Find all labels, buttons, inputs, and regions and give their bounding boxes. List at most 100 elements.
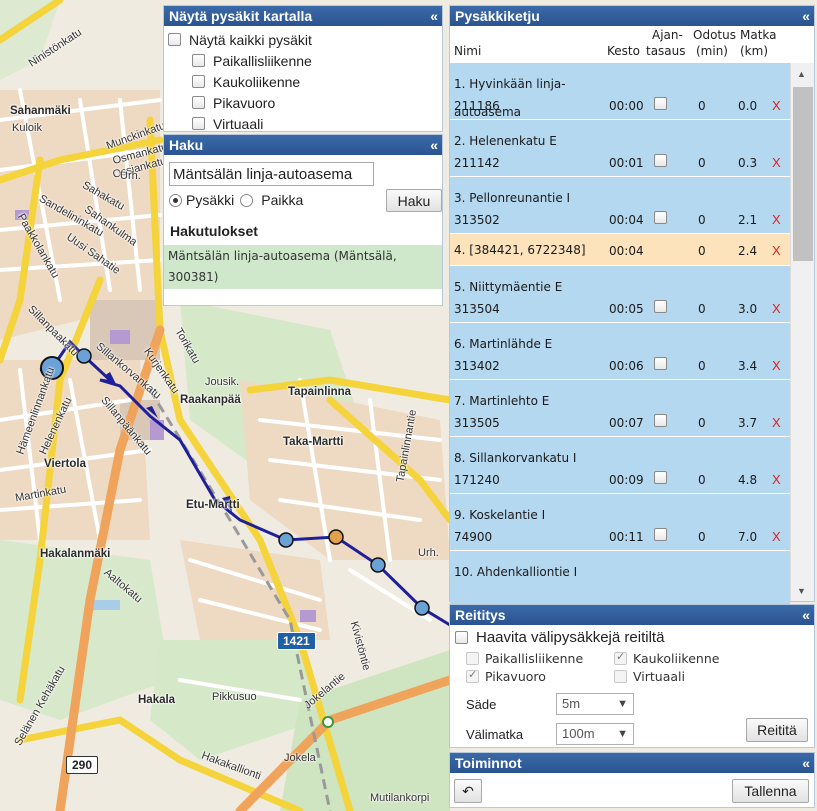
filter-local-checkbox[interactable]: Paikallisliikenne [168,50,442,71]
stop-row[interactable]: 1. Hyvinkään linja-autoasema 211186 00:0… [450,63,790,120]
timing-checkbox[interactable] [654,414,667,427]
search-input[interactable] [169,162,374,186]
map-label: Tapainlinna [288,386,352,398]
routing-express-checkbox[interactable]: Pikavuoro [466,668,546,684]
stop-chain-panel: Pysäkkiketju « Nimi Kesto Ajan- tasaus O… [449,5,815,605]
search-button[interactable]: Haku [386,189,442,212]
scroll-up-icon[interactable]: ▲ [797,69,806,79]
checkbox-icon[interactable] [192,117,205,130]
remove-stop-icon[interactable]: X [772,415,781,430]
checkbox-icon[interactable] [614,670,627,683]
timing-checkbox[interactable] [654,211,667,224]
routing-local-checkbox[interactable]: Paikallisliikenne [466,651,583,666]
remove-stop-icon[interactable]: X [772,155,781,170]
checkbox-label: Näytä kaikki pysäkit [189,31,312,48]
stop-duration: 00:05 [609,302,644,316]
checkbox-icon[interactable] [192,96,205,109]
stop-chain-list: 1. Hyvinkään linja-autoasema 211186 00:0… [450,63,790,605]
checkbox-icon[interactable] [168,33,181,46]
panel-title: Reititys [455,607,506,623]
stop-row[interactable]: 8. Sillankorvankatu I 171240 00:09 0 4.8… [450,437,790,494]
remove-stop-icon[interactable]: X [772,243,781,258]
stop-row[interactable]: 2. Helenenkatu E 211142 00:01 0 0.3 X [450,120,790,177]
stop-name: 5. Niittymäentie E [454,280,563,294]
collapse-icon[interactable]: « [430,135,438,155]
collapse-icon[interactable]: « [802,753,810,773]
stop-code: 171240 [454,473,500,487]
stop-name: 8. Sillankorvankatu I [454,451,577,465]
stop-duration: 00:04 [609,213,644,227]
checkbox-icon[interactable] [455,631,468,644]
stop-row[interactable]: 10. Ahdenkalliontie I [450,551,790,605]
column-headers: Nimi Kesto Ajan- tasaus Odotus (min) Mat… [450,26,790,63]
timing-checkbox[interactable] [654,97,667,110]
collapse-icon[interactable]: « [802,6,810,26]
stop-row[interactable]: 9. Koskelantie I 74900 00:11 0 7.0 X [450,494,790,551]
remove-stop-icon[interactable]: X [772,98,781,113]
stop-distance: 3.4 [738,359,758,373]
radio-place[interactable] [240,193,254,207]
results-title: Hakutulokset [170,223,258,239]
map-label: Jousik. [205,376,240,388]
timing-checkbox[interactable] [654,154,667,167]
timing-checkbox[interactable] [654,471,667,484]
filter-express-checkbox[interactable]: Pikavuoro [168,92,442,113]
undo-icon: ↶ [462,782,474,799]
collapse-icon[interactable]: « [430,6,438,26]
remove-stop-icon[interactable]: X [772,301,781,316]
scroll-down-icon[interactable]: ▼ [797,586,806,596]
checkbox-label: Pikavuoro [213,94,276,111]
stop-wait: 0 [698,473,706,487]
remove-stop-icon[interactable]: X [772,472,781,487]
gap-label: Välimatka [466,727,524,742]
stop-code: 313504 [454,302,500,316]
stop-name: 6. Martinlähde E [454,337,553,351]
stop-row[interactable]: 3. Pellonreunantie I 313502 00:04 0 2.1 … [450,177,790,234]
search-header: Haku « [164,135,442,155]
panel-title: Näytä pysäkit kartalla [169,8,313,24]
scroll-thumb[interactable] [793,87,813,261]
stop-row[interactable]: 7. Martinlehto E 313505 00:07 0 3.7 X [450,380,790,437]
road-shield: 1421 [277,632,316,650]
timing-checkbox[interactable] [654,528,667,541]
routing-long-distance-checkbox[interactable]: Kaukoliikenne [614,650,720,666]
avoid-intermediate-checkbox[interactable]: Haavita välipysäkkejä reitiltä [455,627,664,648]
stop-row[interactable]: 6. Martinlähde E 313402 00:06 0 3.4 X [450,323,790,380]
header-timing1: Ajan- [652,28,683,42]
show-all-stops-checkbox[interactable]: Näytä kaikki pysäkit [168,29,442,50]
checkbox-icon[interactable] [466,652,479,665]
checkbox-icon[interactable] [192,54,205,67]
stop-chain-scrollbar[interactable]: ▲ ▼ [790,63,814,601]
map-label: Sahanmäki [10,105,71,117]
checkbox-icon[interactable] [466,668,479,683]
route-button[interactable]: Reititä [746,718,808,742]
timing-checkbox[interactable] [654,357,667,370]
remove-stop-icon[interactable]: X [772,212,781,227]
stop-distance: 3.7 [738,416,758,430]
stop-row[interactable]: 5. Niittymäentie E 313504 00:05 0 3.0 X [450,266,790,323]
gap-select[interactable]: 100m ▼ [556,723,634,745]
radio-stop[interactable] [169,193,182,207]
map-label: Kuloik [12,122,42,134]
checkbox-icon[interactable] [614,650,627,665]
checkbox-label: Kaukoliikenne [213,73,301,90]
remove-stop-icon[interactable]: X [772,358,781,373]
stop-name: 10. Ahdenkalliontie I [454,565,578,579]
routing-virtual-checkbox[interactable]: Virtuaali [614,669,685,684]
save-button[interactable]: Tallenna [732,779,809,803]
remove-stop-icon[interactable]: X [772,529,781,544]
collapse-icon[interactable]: « [802,605,810,625]
filter-virtual-checkbox[interactable]: Virtuaali [168,113,442,134]
checkbox-icon[interactable] [192,75,205,88]
stop-distance: 7.0 [738,530,758,544]
checkbox-label: Kaukoliikenne [633,651,720,666]
search-result-item[interactable]: Mäntsälän linja-autoasema (Mäntsälä, 300… [164,245,442,289]
radius-select[interactable]: 5m ▼ [556,693,634,715]
timing-checkbox[interactable] [654,300,667,313]
checkbox-label: Haavita välipysäkkejä reitiltä [476,629,665,646]
stop-duration: 00:00 [609,99,644,113]
filter-long-distance-checkbox[interactable]: Kaukoliikenne [168,71,442,92]
radio-place-label: Paikka [261,192,304,208]
stop-row-selected[interactable]: 4. [384421, 6722348] 00:04 0 2.4 X [450,234,790,266]
undo-button[interactable]: ↶ [454,779,482,803]
